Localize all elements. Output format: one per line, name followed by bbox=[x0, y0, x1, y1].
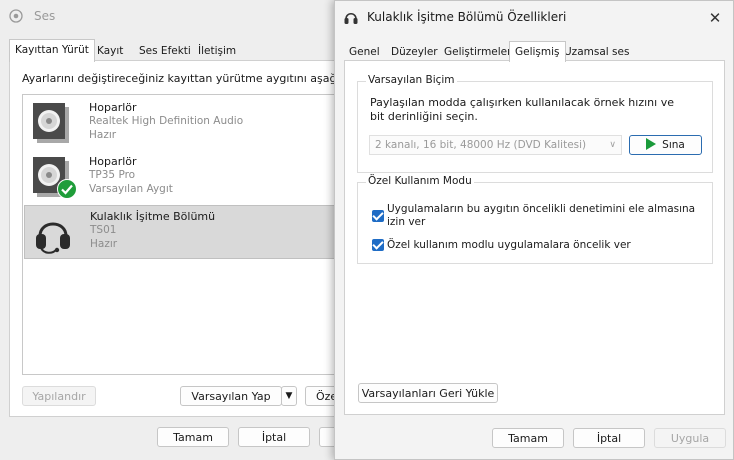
device-status: Hazır bbox=[90, 238, 118, 250]
window-title: Kulaklık İşitme Bölümü Özellikleri bbox=[367, 10, 567, 24]
close-button[interactable]: ✕ bbox=[704, 7, 726, 29]
exclusive-priority-label: Özel kullanım modlu uygulamalara öncelik… bbox=[387, 239, 631, 251]
default-format-description: Paylaşılan modda çalışırken kullanılacak… bbox=[370, 96, 674, 123]
allow-exclusive-label: Uygulamaların bu aygıtın öncelikli denet… bbox=[387, 203, 696, 228]
sound-icon bbox=[9, 9, 23, 23]
headset-icon bbox=[343, 9, 359, 25]
device-name: Hoparlör bbox=[89, 101, 137, 114]
default-format-group: Varsayılan Biçim Paylaşılan modda çalışı… bbox=[357, 74, 713, 173]
exclusive-mode-legend: Özel Kullanım Modu bbox=[366, 175, 474, 187]
device-driver: Realtek High Definition Audio bbox=[89, 115, 244, 127]
allow-exclusive-checkbox[interactable] bbox=[372, 210, 384, 222]
cancel-button[interactable]: İptal bbox=[238, 427, 310, 447]
set-default-dropdown[interactable]: ▼ bbox=[281, 386, 297, 406]
device-name: Hoparlör bbox=[89, 155, 137, 168]
test-label: Sına bbox=[662, 139, 685, 151]
device-name: Kulaklık İşitme Bölümü bbox=[90, 210, 216, 223]
cancel-button[interactable]: İptal bbox=[573, 428, 645, 448]
exclusive-mode-group: Özel Kullanım Modu Uygulamaların bu aygı… bbox=[357, 175, 713, 264]
ok-button[interactable]: Tamam bbox=[492, 428, 564, 448]
sound-window: Ses Kayıttan Yürüt Kayıt Ses Efekti İlet… bbox=[0, 0, 360, 460]
tab-recording[interactable]: Kayıt bbox=[91, 41, 129, 61]
sample-format-select[interactable]: 2 kanalı, 16 bit, 48000 Hz (DVD Kalitesi… bbox=[369, 135, 622, 155]
properties-window: Kulaklık İşitme Bölümü Özellikleri ✕ Gen… bbox=[334, 0, 734, 460]
speaker-icon bbox=[31, 101, 73, 145]
tab-sounds[interactable]: Ses Efekti bbox=[133, 41, 197, 61]
test-button[interactable]: Sına bbox=[629, 135, 702, 155]
default-check-icon bbox=[57, 179, 77, 199]
device-item-selected[interactable]: Kulaklık İşitme Bölümü TS01 Hazır bbox=[24, 205, 338, 259]
close-icon: ✕ bbox=[708, 9, 722, 27]
play-icon bbox=[646, 138, 657, 150]
tab-spatial-sound[interactable]: Uzamsal ses bbox=[559, 44, 634, 61]
configure-button[interactable]: Yapılandır bbox=[22, 386, 96, 406]
ok-button[interactable]: Tamam bbox=[157, 427, 229, 447]
set-default-button[interactable]: Varsayılan Yap bbox=[180, 386, 282, 406]
apply-button[interactable]: Uygula bbox=[654, 428, 726, 448]
chevron-down-icon: ∨ bbox=[609, 140, 616, 150]
dropdown-arrow-icon: ▼ bbox=[285, 391, 293, 401]
sample-format-value: 2 kanalı, 16 bit, 48000 Hz (DVD Kalitesi… bbox=[375, 139, 587, 151]
device-status: Hazır bbox=[89, 129, 117, 141]
tab-levels[interactable]: Düzeyler bbox=[386, 44, 443, 61]
instruction-text: Ayarlarını değiştireceğiniz kayıttan yür… bbox=[22, 72, 361, 85]
tab-advanced[interactable]: Gelişmiş bbox=[509, 41, 566, 62]
tab-general[interactable]: Genel bbox=[344, 44, 385, 61]
device-item[interactable]: Hoparlör Realtek High Definition Audio H… bbox=[24, 97, 336, 149]
tab-enhancements[interactable]: Geliştirmeler bbox=[439, 44, 516, 61]
tab-playback[interactable]: Kayıttan Yürüt bbox=[9, 39, 95, 62]
headset-icon bbox=[32, 210, 74, 254]
window-title: Ses bbox=[34, 9, 56, 23]
device-status: Varsayılan Aygıt bbox=[89, 183, 173, 195]
exclusive-priority-checkbox[interactable] bbox=[372, 239, 384, 251]
device-item[interactable]: Hoparlör TP35 Pro Varsayılan Aygıt bbox=[24, 151, 336, 203]
restore-defaults-button[interactable]: Varsayılanları Geri Yükle bbox=[358, 383, 498, 403]
default-format-legend: Varsayılan Biçim bbox=[366, 74, 457, 86]
device-driver: TP35 Pro bbox=[89, 169, 136, 181]
device-driver: TS01 bbox=[90, 224, 117, 236]
tab-communications[interactable]: İletişim bbox=[192, 41, 242, 61]
advanced-panel: Varsayılan Biçim Paylaşılan modda çalışı… bbox=[344, 60, 725, 415]
device-list[interactable]: Hoparlör Realtek High Definition Audio H… bbox=[22, 94, 339, 375]
